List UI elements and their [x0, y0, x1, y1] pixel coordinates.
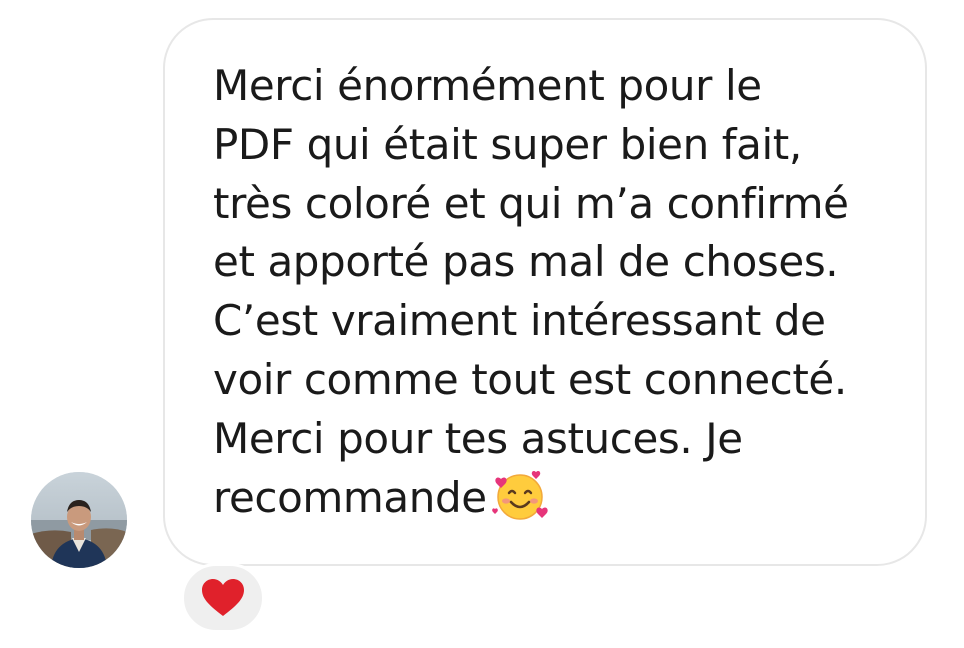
message-line: PDF qui était super bien fait,: [213, 119, 802, 169]
message-line: très coloré et qui m’a confirmé: [213, 178, 849, 228]
sender-avatar[interactable]: [31, 472, 127, 568]
message-line: et apporté pas mal de choses.: [213, 237, 839, 287]
message-text: Merci énormément pour le PDF qui était s…: [213, 57, 913, 537]
message-line: C’est vraiment intéressant de: [213, 296, 826, 346]
red-heart-icon: [202, 579, 244, 616]
smiling-face-with-hearts-icon: [491, 470, 549, 538]
heart-reaction-button[interactable]: [181, 563, 265, 633]
message-line: Merci pour tes astuces. Je: [213, 413, 743, 463]
avatar-photo-icon: [31, 472, 127, 568]
message-last-line: recommande: [213, 469, 913, 538]
message-line: recommande: [213, 472, 487, 522]
message-line: voir comme tout est connecté.: [213, 354, 847, 404]
message-line: Merci énormément pour le: [213, 61, 762, 110]
message-bubble[interactable]: Merci énormément pour le PDF qui était s…: [163, 18, 927, 566]
